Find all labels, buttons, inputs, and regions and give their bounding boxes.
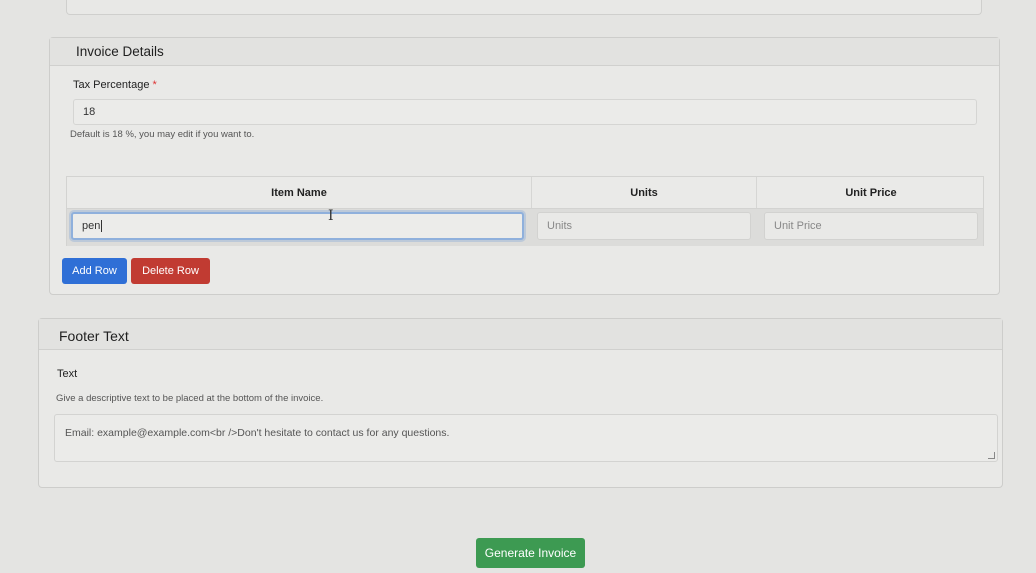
generate-invoice-button[interactable]: Generate Invoice — [476, 538, 585, 568]
footer-text-textarea[interactable]: Email: example@example.com<br />Don't he… — [54, 414, 998, 462]
delete-row-button[interactable]: Delete Row — [131, 258, 210, 284]
tax-percentage-value: 18 — [83, 106, 96, 118]
resize-handle-icon[interactable] — [988, 452, 995, 459]
tax-percentage-help: Default is 18 %, you may edit if you wan… — [70, 129, 255, 140]
footer-text-title: Footer Text — [39, 319, 1002, 350]
add-row-button[interactable]: Add Row — [62, 258, 127, 284]
required-mark: * — [152, 79, 157, 91]
unit-price-input[interactable]: Unit Price — [764, 212, 978, 240]
items-table: Item Name Units Unit Price pen Units Uni… — [66, 176, 984, 246]
column-header-unit-price: Unit Price — [845, 186, 897, 199]
item-name-input[interactable]: pen — [71, 212, 524, 240]
unit-price-placeholder: Unit Price — [774, 220, 822, 232]
invoice-details-title: Invoice Details — [50, 38, 999, 66]
tax-percentage-input[interactable]: 18 — [73, 99, 977, 125]
tax-percentage-label-text: Tax Percentage — [73, 79, 150, 91]
footer-text-value: Email: example@example.com<br />Don't he… — [65, 427, 450, 439]
column-header-item-name: Item Name — [67, 177, 532, 208]
previous-card-bottom — [66, 0, 982, 15]
column-header-units: Units — [532, 177, 757, 208]
footer-text-card: Footer Text Text Give a descriptive text… — [38, 318, 1003, 488]
item-name-value: pen — [82, 220, 101, 232]
units-input[interactable]: Units — [537, 212, 751, 240]
text-caret — [101, 220, 103, 232]
tax-percentage-label: Tax Percentage * — [73, 79, 157, 91]
text-cursor-icon: I — [328, 208, 334, 224]
footer-text-help: Give a descriptive text to be placed at … — [56, 393, 324, 404]
units-placeholder: Units — [547, 220, 573, 232]
footer-text-label: Text — [57, 368, 78, 380]
invoice-details-card: Invoice Details Tax Percentage * 18 Defa… — [49, 37, 1000, 295]
